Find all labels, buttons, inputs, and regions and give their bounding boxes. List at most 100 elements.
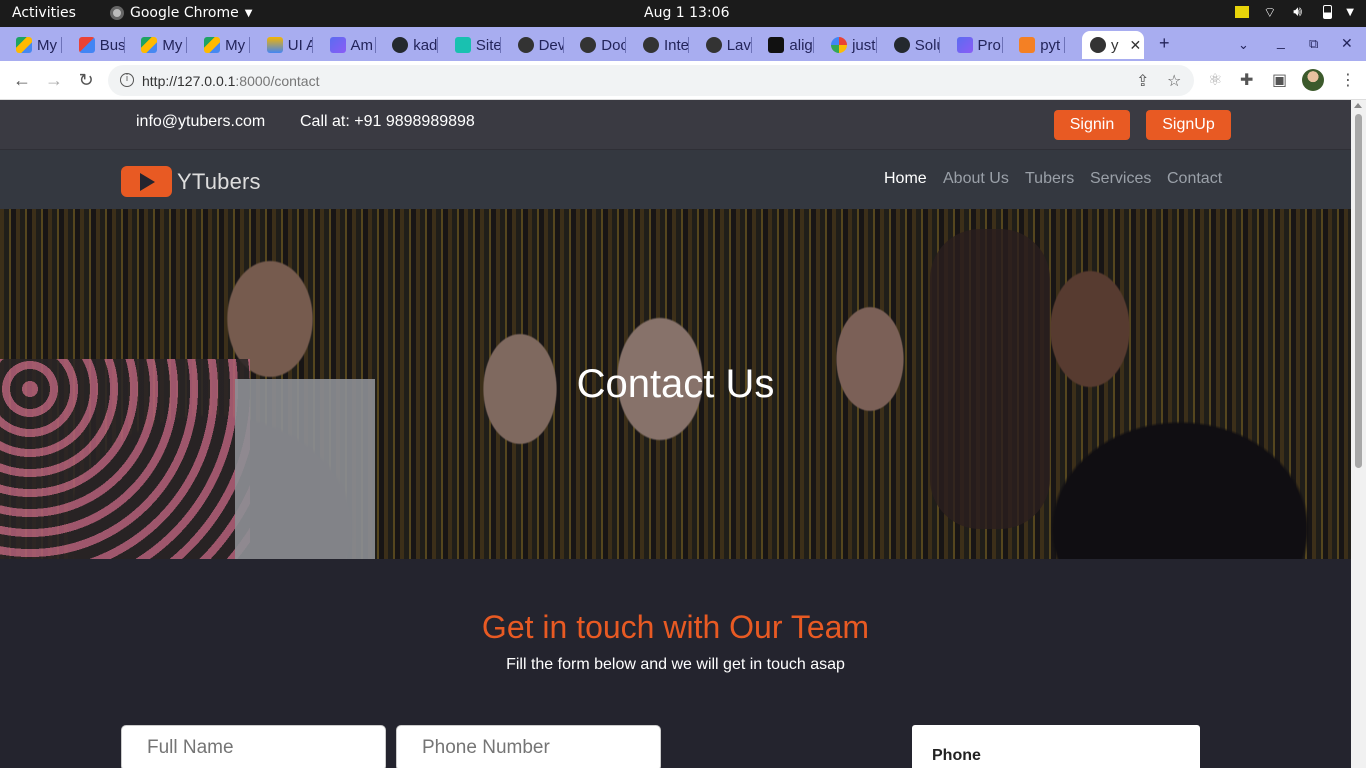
scroll-up-icon[interactable]	[1354, 103, 1362, 108]
tab-label: Lav	[726, 36, 751, 54]
gmail-icon	[78, 37, 95, 53]
tab-label: kad	[413, 36, 438, 54]
globe-icon	[643, 37, 659, 53]
app-name: Google Chrome	[130, 5, 239, 21]
profile-avatar[interactable]	[1302, 69, 1324, 91]
browser-tab[interactable]: My	[188, 31, 251, 59]
close-window-icon[interactable]: ✕	[1341, 35, 1353, 52]
browser-tab[interactable]: My	[0, 31, 62, 59]
browser-tab[interactable]: just	[815, 31, 878, 59]
section-heading: Get in touch with Our Team	[481, 609, 870, 645]
share-icon[interactable]: ⇪	[1136, 71, 1149, 91]
stack-icon	[1019, 37, 1036, 53]
tab-label: Site	[475, 36, 501, 54]
browser-tab[interactable]: alig	[752, 31, 815, 59]
nav-contact[interactable]: Contact	[1167, 170, 1222, 188]
back-icon[interactable]: ←	[11, 69, 33, 91]
browser-tab[interactable]: My	[125, 31, 188, 59]
forward-icon[interactable]: →	[43, 69, 65, 91]
nav-home[interactable]: Home	[884, 170, 927, 188]
contact-section: Get in touch with Our Team Fill the form…	[0, 559, 1351, 768]
tab-label: My	[225, 36, 246, 54]
side-panel-icon[interactable]: ▣	[1272, 70, 1287, 90]
globe-icon	[1090, 37, 1106, 53]
hero-title: Contact Us	[576, 362, 775, 406]
restore-icon[interactable]: ⧉	[1309, 36, 1318, 52]
tab-label: Doc	[601, 36, 627, 54]
browser-toolbar: ← → ↻ i http://127.0.0.1:8000/contact ⇪ …	[0, 61, 1366, 100]
chevron-down-icon: ▼	[244, 7, 253, 19]
browser-tab[interactable]: kad	[376, 31, 439, 59]
hero-banner: Contact Us	[0, 209, 1351, 559]
reload-icon[interactable]: ↻	[75, 69, 97, 91]
tab-label: Pro	[977, 36, 1001, 54]
tab-label: Bus	[99, 36, 125, 54]
nav-services[interactable]: Services	[1090, 170, 1151, 188]
scrollbar-thumb[interactable]	[1355, 114, 1362, 468]
site-info-icon[interactable]: i	[120, 73, 134, 87]
top-info-bar: info@ytubers.com Call at: +91 9898989898…	[0, 100, 1351, 150]
browser-tab[interactable]: UI A	[251, 31, 313, 59]
activities-button[interactable]: Activities	[12, 5, 76, 21]
brand-logo[interactable]: YTubers	[121, 166, 261, 197]
tab-label: Am	[350, 36, 374, 54]
globe-icon	[705, 37, 722, 53]
play-icon	[121, 166, 172, 197]
browser-tab[interactable]: Doc	[564, 31, 627, 59]
signup-button[interactable]: SignUp	[1146, 110, 1231, 140]
chrome-icon	[110, 6, 124, 20]
extensions-icon[interactable]: ✚	[1240, 70, 1253, 90]
browser-tab[interactable]: Site	[439, 31, 501, 59]
nav-tubers[interactable]: Tubers	[1025, 170, 1074, 188]
browser-tab[interactable]: pyt	[1003, 31, 1066, 59]
volume-icon[interactable]: 🔊︎	[1293, 4, 1309, 20]
url-text[interactable]: http://127.0.0.1:8000/contact	[142, 73, 319, 89]
browser-tab[interactable]: Pro	[941, 31, 1003, 59]
phone-number-input[interactable]	[396, 725, 661, 768]
drive-icon	[204, 37, 221, 53]
browser-tab[interactable]: Solu	[878, 31, 940, 59]
wifi-icon[interactable]: ⌔	[1263, 4, 1279, 21]
close-tab-icon[interactable]: ✕	[1130, 37, 1142, 54]
browser-tab[interactable]: Lav	[690, 31, 752, 59]
menu-kebab-icon[interactable]: ⋮	[1340, 70, 1356, 90]
workflow-icon	[956, 37, 973, 53]
browser-tab[interactable]: y ✕	[1082, 31, 1144, 59]
tab-label: y	[1111, 36, 1119, 54]
minimize-icon[interactable]: _	[1277, 33, 1285, 49]
card-label: Phone	[932, 747, 981, 764]
tab-label: just	[852, 36, 876, 54]
system-tray[interactable]: ⌔ 🔊︎ ▼	[1235, 4, 1354, 21]
bookmark-star-icon[interactable]: ☆	[1167, 71, 1181, 91]
browser-tab[interactable]: Am	[314, 31, 376, 59]
main-navbar: YTubers Home About Us Tubers Services Co…	[0, 150, 1351, 209]
browser-tab[interactable]: Dev	[502, 31, 564, 59]
tab-search-icon[interactable]: ⌄	[1238, 37, 1249, 53]
tab-label: My	[37, 36, 57, 54]
workflow-icon	[329, 37, 346, 53]
github-icon	[392, 37, 409, 53]
notes-icon[interactable]	[1235, 6, 1250, 18]
tab-label: My	[162, 36, 183, 54]
web-page: info@ytubers.com Call at: +91 9898989898…	[0, 100, 1351, 768]
signin-button[interactable]: Signin	[1054, 110, 1130, 140]
page-scrollbar[interactable]	[1351, 100, 1366, 768]
contact-email[interactable]: info@ytubers.com	[136, 113, 265, 131]
full-name-input[interactable]	[121, 725, 386, 768]
react-devtools-icon[interactable]: ⚛	[1208, 70, 1222, 90]
contact-phone: Call at: +91 9898989898	[300, 113, 475, 130]
tab-label: Solu	[914, 36, 940, 54]
chevron-down-icon[interactable]: ▼	[1346, 7, 1354, 18]
address-bar[interactable]: i http://127.0.0.1:8000/contact ⇪ ☆	[108, 65, 1194, 96]
nav-about-us[interactable]: About Us	[943, 170, 1009, 188]
browser-tab[interactable]: Bus	[63, 31, 125, 59]
battery-icon[interactable]	[1323, 5, 1333, 19]
diamond-icon	[454, 37, 471, 53]
w-icon	[266, 37, 283, 53]
tab-label: UI A	[287, 36, 313, 54]
globe-icon	[580, 37, 597, 53]
app-menu[interactable]: Google Chrome ▼	[110, 5, 252, 21]
browser-tab[interactable]: Inte	[627, 31, 689, 59]
clock[interactable]: Aug 1 13:06	[644, 5, 730, 21]
new-tab-button[interactable]: +	[1159, 33, 1170, 54]
